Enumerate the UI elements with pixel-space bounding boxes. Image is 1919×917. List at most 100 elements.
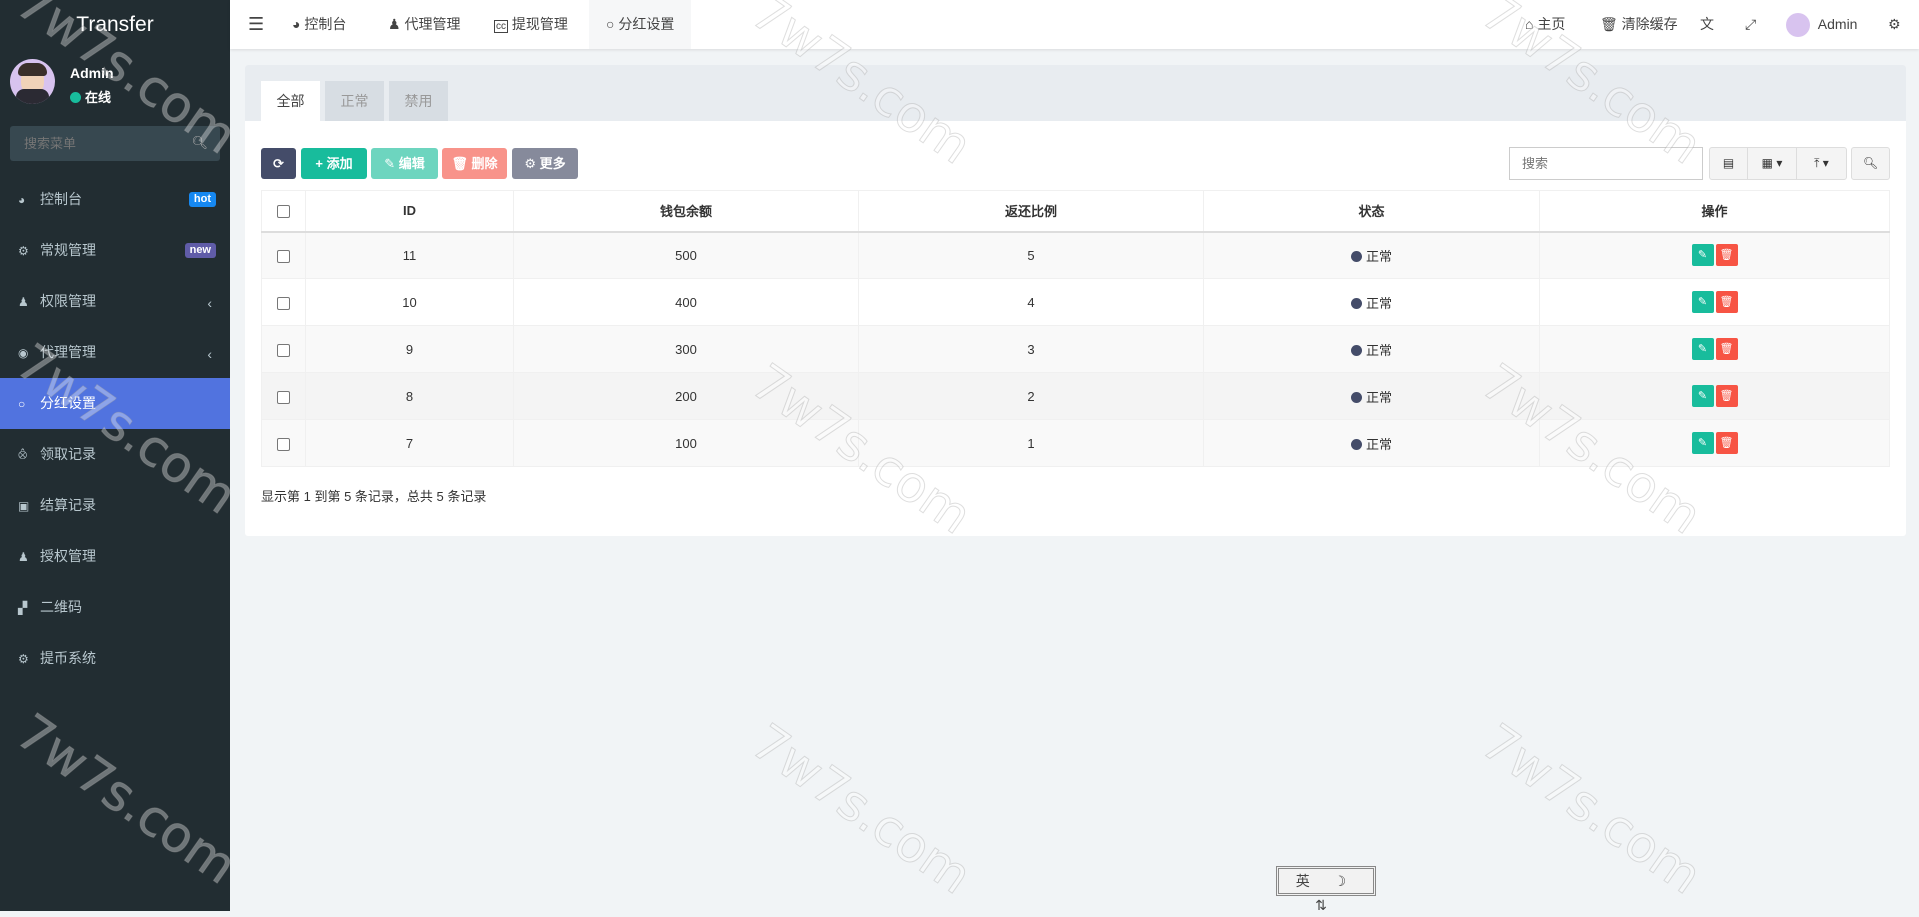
translate-icon[interactable]: 文 (1700, 0, 1714, 49)
add-button[interactable]: + 添加 (301, 148, 367, 179)
advanced-search-button[interactable]: 🔍︎ (1851, 147, 1890, 180)
sidebar-item-1[interactable]: ⚙ 常规管理 new (0, 225, 230, 276)
row-checkbox[interactable] (277, 249, 290, 263)
row-checkbox[interactable] (277, 437, 290, 451)
menu-toggle-icon[interactable]: ☰ (248, 0, 264, 49)
cc-icon: ▣ (18, 499, 30, 513)
col-ratio[interactable]: 返还比例 (858, 190, 1204, 233)
table-row[interactable]: 11 500 5 正常 ✎ 🗑︎ (261, 231, 1890, 279)
top-header: ☰ ◕ 控制台 ♟ 代理管理 cc 提现管理 ○ 分红设置 ⌂ 主页 🗑︎ 清除… (230, 0, 1919, 49)
row-delete-button[interactable]: 🗑︎ (1715, 291, 1738, 313)
row-delete-button[interactable]: 🗑︎ (1715, 244, 1738, 267)
tab-all[interactable]: 全部 (261, 81, 320, 121)
tab-withdraw-management[interactable]: cc 提现管理 (494, 0, 568, 49)
cc-icon: cc (494, 20, 508, 33)
sidebar-item-3[interactable]: ◉ 代理管理 ‹ (0, 327, 230, 378)
sidebar-item-0[interactable]: ◕ 控制台 hot (0, 174, 230, 225)
cell-ratio: 2 (858, 372, 1204, 420)
dashboard-icon: ◕ (18, 193, 26, 207)
header-avatar (1786, 13, 1810, 38)
toggle-view-button[interactable]: ▤ (1709, 147, 1748, 180)
col-balance[interactable]: 钱包余额 (513, 190, 859, 233)
row-edit-button[interactable]: ✎ (1691, 338, 1714, 360)
refresh-button[interactable]: ⟳ (261, 148, 296, 179)
sidebar-item-label: 提币系统 (40, 650, 96, 666)
col-id[interactable]: ID (305, 190, 514, 233)
clear-cache-button[interactable]: 🗑︎ 清除缓存 (1600, 0, 1678, 49)
sidebar-item-7[interactable]: ♟ 授权管理 (0, 531, 230, 582)
settings-cogs-icon[interactable]: ⚙ (1888, 0, 1901, 49)
delete-button[interactable]: 🗑︎ 删除 (442, 148, 507, 179)
table-row[interactable]: 10 400 4 正常 ✎ 🗑︎ (261, 278, 1890, 326)
tab-agent-management[interactable]: ♟ 代理管理 (388, 0, 460, 49)
row-delete-button[interactable]: 🗑︎ (1715, 385, 1738, 407)
data-table: ID 钱包余额 返还比例 状态 操作 11 500 5 正常 ✎ 🗑︎ 10 400 4 正常 ✎ 🗑… (261, 190, 1890, 467)
sidebar-menu: ◕ 控制台 hot ⚙ 常规管理 new ♟ 权限管理 ‹ ◉ 代理管理 ‹ ○ 分红设置 ⨶ 领取记录 ▣ 结算… (0, 174, 230, 684)
ime-indicator[interactable]: 英 ☽ ⇅ (1276, 866, 1376, 913)
cell-id: 10 (305, 278, 514, 326)
sidebar-item-4[interactable]: ○ 分红设置 (0, 378, 230, 429)
cell-status: 正常 (1203, 372, 1540, 420)
sidebar-item-2[interactable]: ♟ 权限管理 ‹ (0, 276, 230, 327)
row-edit-button[interactable]: ✎ (1691, 385, 1714, 407)
sidebar-item-9[interactable]: ⚙ 提币系统 (0, 633, 230, 684)
cell-actions: ✎ 🗑︎ (1539, 419, 1890, 467)
status-label: 正常 (1365, 248, 1392, 264)
export-button[interactable]: ⤒ ▾ (1796, 147, 1847, 180)
user-panel: Admin 在线 (10, 59, 114, 105)
table-row[interactable]: 8 200 2 正常 ✎ 🗑︎ (261, 372, 1890, 420)
sidebar-item-8[interactable]: ▞ 二维码 (0, 582, 230, 633)
col-actions: 操作 (1539, 190, 1890, 233)
menu-search-input[interactable] (10, 126, 190, 161)
user-menu[interactable]: Admin (1786, 0, 1857, 49)
sidebar-item-label: 授权管理 (40, 548, 96, 564)
row-edit-button[interactable]: ✎ (1691, 291, 1714, 313)
chevron-left-icon: ‹ (207, 346, 212, 362)
menu-search: 🔍︎ (10, 126, 220, 161)
status-label: 正常 (1365, 436, 1392, 452)
edit-button[interactable]: ✎ 编辑 (371, 148, 438, 179)
app-logo[interactable]: Transfer (0, 0, 230, 49)
sidebar-item-6[interactable]: ▣ 结算记录 (0, 480, 230, 531)
more-button[interactable]: ⚙ 更多 (512, 148, 578, 179)
tab-dividend-settings[interactable]: ○ 分红设置 (589, 0, 692, 49)
export-icon: ⤒ ▾ (1814, 156, 1829, 170)
search-icon[interactable]: 🔍︎ (191, 135, 208, 151)
row-delete-button[interactable]: 🗑︎ (1715, 432, 1738, 454)
tab-disabled[interactable]: 禁用 (389, 81, 448, 121)
row-edit-button[interactable]: ✎ (1691, 244, 1714, 267)
tab-dashboard[interactable]: ◕ 控制台 (292, 0, 346, 49)
user-icon: ♟ (388, 16, 405, 32)
row-edit-button[interactable]: ✎ (1691, 432, 1714, 454)
home-link[interactable]: ⌂ 主页 (1525, 0, 1565, 49)
status-tabs: 全部 正常 禁用 (245, 65, 1906, 121)
table-search-input[interactable] (1509, 147, 1703, 180)
row-checkbox[interactable] (277, 343, 290, 357)
select-all-checkbox[interactable] (277, 205, 290, 219)
status-label: 正常 (1365, 389, 1392, 405)
row-checkbox[interactable] (277, 390, 290, 404)
table-row[interactable]: 7 100 1 正常 ✎ 🗑︎ (261, 419, 1890, 467)
sidebar-item-label: 二维码 (40, 599, 82, 615)
cell-balance: 400 (513, 278, 859, 326)
status-label: 正常 (1365, 342, 1392, 358)
watermark: 7w7s.com (1471, 712, 1713, 906)
user-circle-icon: ◉ (18, 346, 29, 360)
cell-balance: 200 (513, 372, 859, 420)
row-delete-button[interactable]: 🗑︎ (1715, 338, 1738, 360)
sidebar-item-label: 权限管理 (40, 293, 96, 309)
tab-normal[interactable]: 正常 (325, 81, 384, 121)
cell-id: 8 (305, 372, 514, 420)
sidebar-item-label: 结算记录 (40, 497, 96, 513)
table-row[interactable]: 9 300 3 正常 ✎ 🗑︎ (261, 325, 1890, 373)
row-checkbox[interactable] (277, 296, 290, 310)
sidebar-item-5[interactable]: ⨶ 领取记录 (0, 429, 230, 480)
columns-button[interactable]: ▦ ▾ (1747, 147, 1797, 180)
sidebar-item-label: 领取记录 (40, 446, 96, 462)
qrcode-icon: ▞ (18, 601, 28, 615)
gear-icon: ⚙ (18, 652, 29, 666)
dashboard-icon: ◕ (292, 16, 305, 32)
fullscreen-icon[interactable]: ⤢ (1745, 0, 1756, 49)
cell-ratio: 1 (858, 419, 1204, 467)
birthday-cake-icon: ⨶ (18, 448, 28, 462)
